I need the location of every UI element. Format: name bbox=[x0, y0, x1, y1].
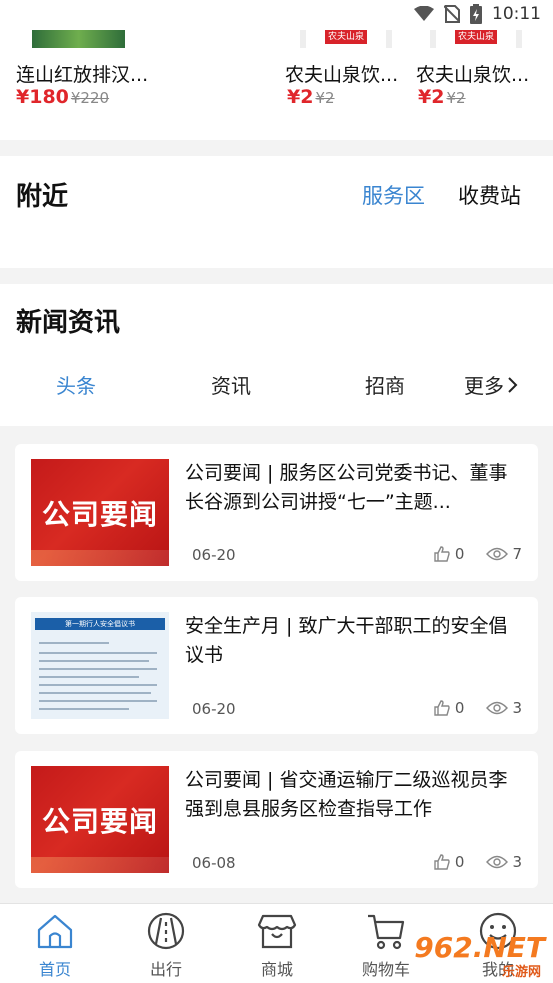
article-thumbnail: 公司要闻 bbox=[31, 766, 169, 873]
product-image bbox=[32, 28, 125, 48]
news-item[interactable]: 公司要闻 公司要闻 | 省交通运输厅二级巡视员李强到息县服务区检查指导工作 06… bbox=[15, 751, 538, 888]
no-sim-icon bbox=[444, 5, 460, 23]
watermark-sub: 乐游网 bbox=[501, 965, 541, 980]
tab-info[interactable]: 资讯 bbox=[211, 370, 251, 399]
status-icons: 10:11 bbox=[414, 4, 541, 24]
eye-icon bbox=[486, 855, 509, 869]
nav-cart[interactable]: 购物车 bbox=[351, 912, 421, 980]
battery-charging-icon bbox=[470, 4, 482, 24]
product-price: ¥2 ¥2 bbox=[418, 86, 466, 108]
wifi-icon bbox=[414, 6, 434, 21]
price-old: ¥2 bbox=[315, 89, 335, 107]
store-icon bbox=[257, 914, 297, 949]
product-label: 农夫山泉 bbox=[455, 30, 497, 44]
view-count: 3 bbox=[512, 699, 522, 717]
cart-icon bbox=[368, 914, 405, 950]
product-price: ¥180 ¥220 bbox=[16, 86, 109, 108]
nav-travel[interactable]: 出行 bbox=[131, 912, 201, 980]
eye-icon bbox=[486, 547, 509, 561]
article-meta: 0 3 bbox=[433, 699, 522, 717]
thumb-text: 公司要闻 bbox=[41, 804, 158, 838]
nav-label: 出行 bbox=[149, 960, 182, 979]
watermark-logo: 962.NET 乐游网 bbox=[413, 931, 545, 980]
article-meta: 0 7 bbox=[433, 545, 522, 563]
product-name: 农夫山泉饮... bbox=[416, 64, 530, 86]
thumb-text: 第一期行人安全倡议书 bbox=[35, 618, 165, 630]
like-count: 0 bbox=[454, 545, 465, 563]
eye-icon bbox=[486, 701, 509, 715]
article-title: 公司要闻 | 服务区公司党委书记、董事长谷源到公司讲授“七一”主题... bbox=[185, 462, 508, 513]
clock: 10:11 bbox=[492, 4, 541, 24]
bottom-nav: 首页 出行 商城 购物车 我的 962.NET 乐游网 bbox=[0, 903, 553, 983]
nearby-title: 附近 bbox=[16, 182, 69, 212]
thumbs-up-icon[interactable] bbox=[433, 699, 451, 717]
home-icon bbox=[37, 914, 73, 949]
article-date: 06-20 bbox=[192, 546, 236, 564]
news-item[interactable]: 公司要闻 公司要闻 | 服务区公司党委书记、董事长谷源到公司讲授“七一”主题..… bbox=[15, 444, 538, 581]
tab-service-area[interactable]: 服务区 bbox=[362, 180, 425, 210]
tab-more-label: 更多 bbox=[464, 374, 504, 398]
like-count: 0 bbox=[454, 853, 465, 871]
nav-label: 商城 bbox=[260, 960, 293, 979]
product-price: ¥2 ¥2 bbox=[287, 86, 335, 108]
product-label: 农夫山泉 bbox=[325, 30, 367, 44]
nav-label: 首页 bbox=[38, 960, 71, 979]
price-now: ¥2 bbox=[418, 86, 445, 108]
tab-investment[interactable]: 招商 bbox=[365, 370, 405, 399]
view-count: 3 bbox=[512, 853, 522, 871]
price-now: ¥2 bbox=[287, 86, 314, 108]
product-name: 连山红放排汉... bbox=[16, 64, 149, 86]
chevron-right-icon bbox=[508, 376, 518, 393]
nav-mall[interactable]: 商城 bbox=[242, 912, 312, 980]
price-now: ¥180 bbox=[16, 86, 69, 108]
view-count: 7 bbox=[512, 545, 522, 563]
thumbs-up-icon[interactable] bbox=[433, 545, 451, 563]
article-meta: 0 3 bbox=[433, 853, 522, 871]
tab-toll-station[interactable]: 收费站 bbox=[458, 180, 521, 210]
news-section: 新闻资讯 头条 资讯 招商 更多 bbox=[0, 284, 553, 426]
price-old: ¥2 bbox=[446, 89, 466, 107]
thumbs-up-icon[interactable] bbox=[433, 853, 451, 871]
nav-label: 购物车 bbox=[361, 960, 410, 979]
nav-home[interactable]: 首页 bbox=[20, 912, 90, 980]
like-count: 0 bbox=[454, 699, 465, 717]
news-item[interactable]: 第一期行人安全倡议书 安全生产月 | 致广大干部职工的安全倡议书 06-20 0… bbox=[15, 597, 538, 734]
article-date: 06-08 bbox=[192, 854, 236, 872]
article-title: 安全生产月 | 致广大干部职工的安全倡议书 bbox=[185, 615, 508, 666]
news-title: 新闻资讯 bbox=[16, 308, 121, 338]
nearby-section: 附近 服务区 收费站 bbox=[0, 156, 553, 268]
price-old: ¥220 bbox=[70, 89, 110, 107]
article-thumbnail: 第一期行人安全倡议书 bbox=[31, 612, 169, 719]
thumb-text: 公司要闻 bbox=[41, 497, 158, 531]
article-date: 06-20 bbox=[192, 700, 236, 718]
product-image: 农夫山泉 bbox=[430, 28, 522, 48]
watermark-text: 962.NET bbox=[414, 931, 545, 964]
tab-more[interactable]: 更多 bbox=[464, 370, 518, 399]
road-icon bbox=[147, 912, 185, 950]
product-name: 农夫山泉饮... bbox=[285, 64, 399, 86]
tab-headlines[interactable]: 头条 bbox=[56, 370, 96, 399]
status-bar: 10:11 bbox=[0, 0, 553, 30]
article-thumbnail: 公司要闻 bbox=[31, 459, 169, 566]
article-title: 公司要闻 | 省交通运输厅二级巡视员李强到息县服务区检查指导工作 bbox=[185, 769, 508, 820]
product-image: 农夫山泉 bbox=[300, 28, 392, 48]
